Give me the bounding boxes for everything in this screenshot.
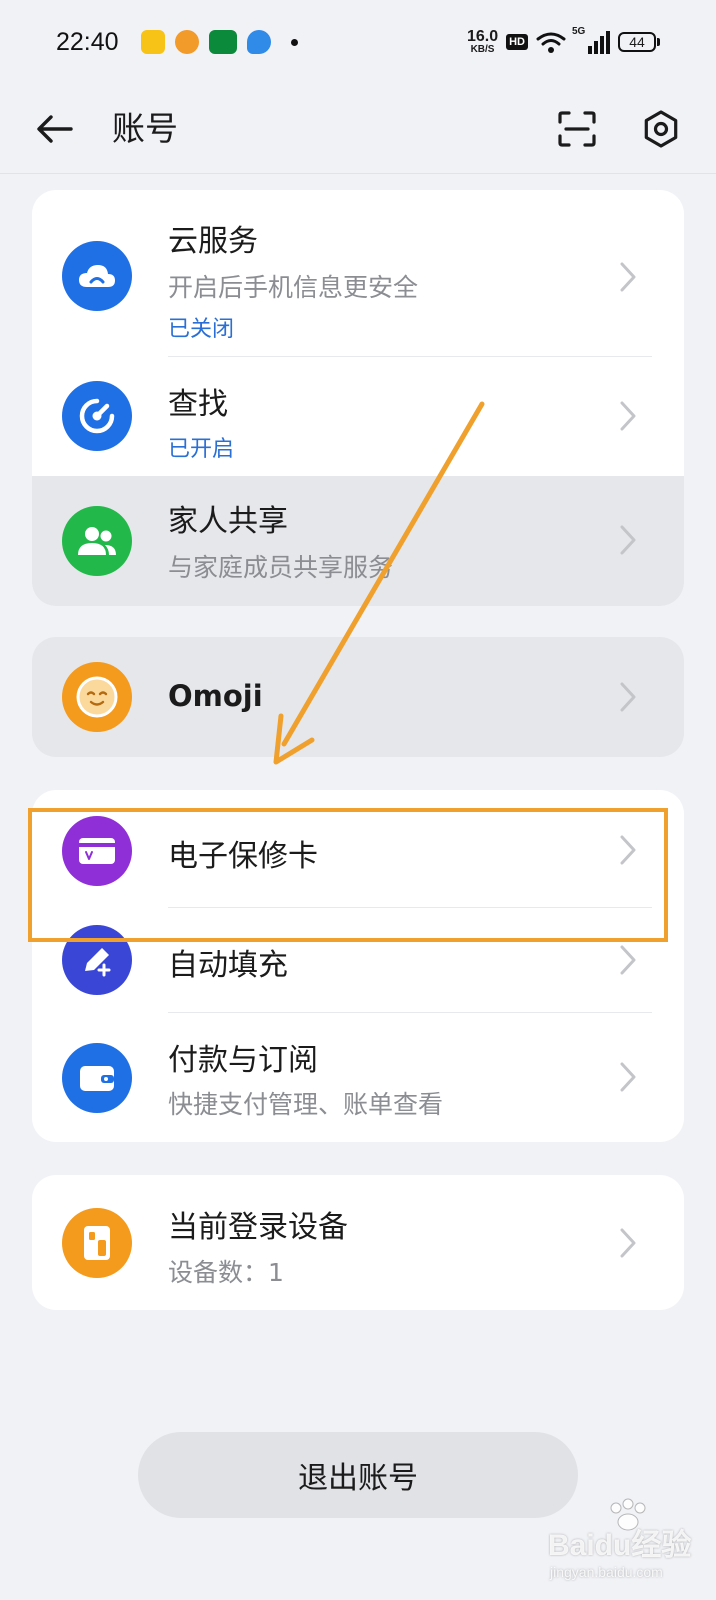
scan-icon [558, 111, 596, 147]
logout-button[interactable]: 退出账号 [138, 1432, 578, 1518]
find-status-text: 已开启 [168, 437, 235, 462]
chevron-right-icon [620, 262, 636, 292]
item-title: Omoji [168, 679, 263, 713]
status-time: 22:40 [56, 27, 119, 56]
omoji-card: Omoji [32, 637, 684, 757]
notification-app-icon [246, 30, 271, 54]
chevron-right-icon [620, 1228, 636, 1258]
battery-level: 44 [618, 32, 656, 52]
item-title: 家人共享 [168, 504, 288, 539]
notification-app-icon [174, 30, 199, 54]
wallet-icon [62, 1043, 132, 1113]
notification-oppo-icon [208, 30, 237, 54]
hd-badge: HD [506, 34, 528, 50]
status-indicators: 16.0 KB/S HD 5G 44 [466, 26, 660, 55]
cellular-signal-icon: 5G [572, 26, 610, 54]
app-header: 账号 [0, 84, 716, 174]
list-item-autofill[interactable]: 自动填充 [32, 908, 684, 1013]
notification-app-icon [140, 30, 165, 54]
gear-icon [644, 110, 678, 148]
services-card: 云服务 开启后手机信息更安全 已关闭 查找 已开启 家人共享 与家庭成员共享服务 [32, 190, 684, 606]
list-item-cloud-service[interactable]: 云服务 开启后手机信息更安全 已关闭 [32, 190, 684, 357]
cloud-icon [62, 241, 132, 311]
chevron-right-icon [620, 401, 636, 431]
chevron-right-icon [620, 1062, 636, 1092]
family-icon [62, 506, 132, 576]
cloud-status-text: 已关闭 [168, 317, 235, 342]
watermark-text: Baidu经验 [548, 1529, 692, 1562]
network-speed: 16.0 KB/S [466, 28, 499, 55]
warranty-card-icon [62, 816, 132, 886]
watermark-url: jingyan.baidu.com [550, 1564, 663, 1580]
find-device-icon [62, 381, 132, 451]
wifi-icon [536, 32, 566, 53]
scan-button[interactable] [552, 104, 602, 154]
list-item-e-warranty-card[interactable]: 电子保修卡 [32, 790, 684, 908]
back-button[interactable] [30, 104, 80, 154]
devices-card: 当前登录设备 设备数：1 [32, 1175, 684, 1310]
autofill-pen-icon [62, 925, 132, 995]
list-item-find-device[interactable]: 查找 已开启 [32, 357, 684, 475]
arrow-left-icon [37, 115, 73, 143]
status-bar: 22:40 16.0 KB/S HD 5G 44 [0, 0, 716, 84]
more-notifications-dot [290, 38, 298, 46]
chevron-right-icon [620, 525, 636, 555]
settings-button[interactable] [636, 104, 686, 154]
item-subtitle: 开启后手机信息更安全 [168, 273, 419, 302]
chevron-right-icon [620, 682, 636, 712]
paw-logo-icon [610, 1498, 646, 1531]
item-subtitle: 与家庭成员共享服务 [168, 553, 394, 582]
network-type-label: 5G [572, 26, 586, 37]
item-title: 当前登录设备 [168, 1210, 348, 1245]
tools-card: 电子保修卡 自动填充 付款与订阅 快捷支付管理、账单查看 [32, 790, 684, 1142]
list-item-logged-in-devices[interactable]: 当前登录设备 设备数：1 [32, 1175, 684, 1310]
page-title: 账号 [112, 109, 178, 148]
devices-icon [62, 1208, 132, 1278]
item-title: 付款与订阅 [168, 1043, 318, 1078]
chevron-right-icon [620, 945, 636, 975]
list-item-family-sharing[interactable]: 家人共享 与家庭成员共享服务 [32, 476, 684, 606]
item-subtitle: 设备数：1 [168, 1258, 284, 1287]
list-item-payment-subscription[interactable]: 付款与订阅 快捷支付管理、账单查看 [32, 1013, 684, 1142]
list-item-omoji[interactable]: Omoji [32, 637, 684, 757]
item-title: 自动填充 [168, 948, 288, 983]
item-title: 电子保修卡 [168, 839, 318, 874]
item-title: 云服务 [168, 224, 258, 259]
omoji-face-icon [62, 662, 132, 732]
item-title: 查找 [168, 387, 228, 422]
item-subtitle: 快捷支付管理、账单查看 [168, 1090, 444, 1119]
chevron-right-icon [620, 835, 636, 865]
battery-icon: 44 [618, 32, 660, 52]
baidu-watermark: Baidu经验 jingyan.baidu.com [548, 1498, 698, 1592]
